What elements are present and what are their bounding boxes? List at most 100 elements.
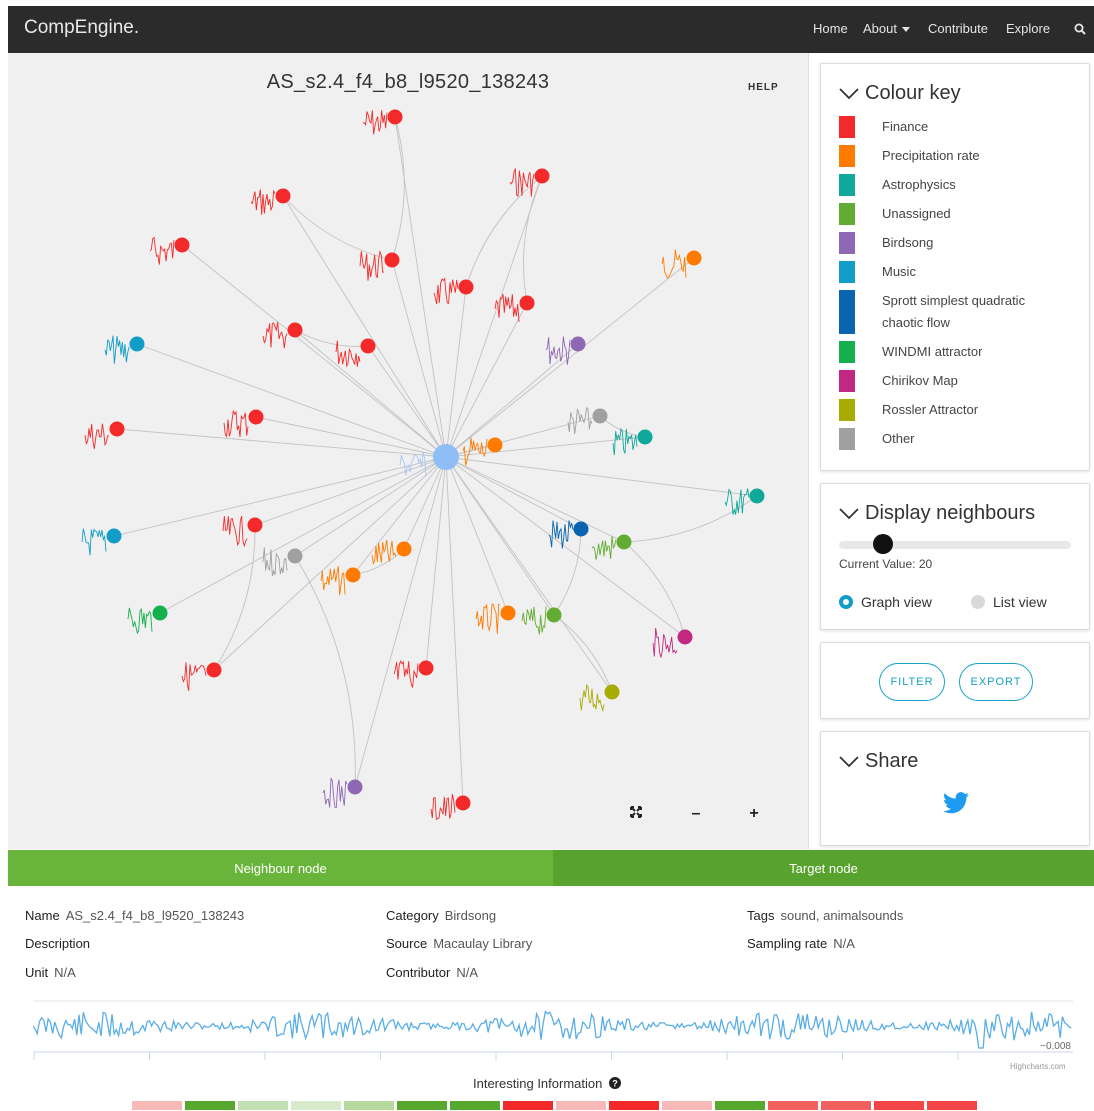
network-graph[interactable] [8, 53, 809, 849]
graph-edge [445, 415, 601, 458]
neighbours-slider-handle[interactable] [873, 534, 893, 554]
nav-explore[interactable]: Explore [1006, 21, 1050, 36]
graph-node[interactable] [458, 279, 474, 295]
target-node[interactable] [433, 444, 459, 470]
graph-node[interactable] [573, 521, 589, 537]
colour-key-header[interactable]: Colour key [839, 82, 961, 105]
colour-swatch [839, 116, 855, 138]
graph-node[interactable] [396, 541, 412, 557]
colour-key-item: Chirikov Map [839, 370, 1052, 392]
graph-edge [354, 456, 447, 788]
highcharts-credit[interactable]: Highcharts.com [1010, 1062, 1066, 1071]
brand-logo[interactable]: CompEngine. [24, 17, 139, 39]
graph-node[interactable] [677, 629, 693, 645]
graph-view-radio[interactable]: Graph view [839, 594, 932, 610]
graph-node[interactable] [519, 295, 535, 311]
graph-node[interactable] [206, 662, 222, 678]
share-header[interactable]: Share [839, 750, 918, 773]
colour-key-label: Music [882, 264, 916, 279]
graph-edge [445, 286, 467, 458]
graph-node[interactable] [129, 336, 145, 352]
graph-node[interactable] [387, 109, 403, 125]
nav-about[interactable]: About [863, 21, 910, 36]
tab-target-node[interactable]: Target node [553, 850, 1094, 886]
colour-swatch [839, 370, 855, 392]
caret-down-icon [901, 26, 910, 32]
graph-node[interactable] [287, 548, 303, 564]
graph-node[interactable] [604, 684, 620, 700]
node-sparkline [567, 407, 593, 434]
graph-node[interactable] [287, 322, 303, 338]
colour-key-item: WINDMI attractor [839, 341, 1052, 363]
filter-button[interactable]: FILTER [879, 663, 945, 701]
svg-text:?: ? [612, 1079, 618, 1089]
zoom-in-icon[interactable]: + [746, 805, 762, 823]
node-sparkline [127, 607, 153, 635]
node-sparkline [724, 488, 750, 515]
chevron-down-icon [839, 507, 859, 519]
list-view-label: List view [993, 594, 1047, 610]
graph-node[interactable] [546, 607, 562, 623]
tags-value: sound, animalsounds [780, 908, 904, 923]
graph-edge [254, 456, 447, 526]
graph-node[interactable] [686, 250, 702, 266]
heat-strip-cell [662, 1101, 712, 1110]
colour-swatch [839, 261, 855, 283]
graph-node[interactable] [247, 517, 263, 533]
nav-home[interactable]: Home [813, 21, 848, 36]
node-sparkline [223, 410, 249, 438]
graph-node[interactable] [749, 488, 765, 504]
sampling-rate-value: N/A [833, 936, 855, 951]
zoom-out-icon[interactable]: – [688, 805, 704, 823]
contributor-value: N/A [456, 965, 478, 980]
network-graph-area[interactable]: AS_s2.4_f4_b8_l9520_138243 HELP – + [8, 53, 809, 849]
nav-about-label: About [863, 21, 897, 36]
graph-node[interactable] [347, 779, 363, 795]
tags-label: Tags [747, 908, 775, 923]
graph-edge [294, 555, 356, 788]
display-neighbours-header[interactable]: Display neighbours [839, 502, 1035, 525]
colour-key-label: WINDMI attractor [882, 344, 983, 359]
graph-node[interactable] [275, 188, 291, 204]
export-button[interactable]: EXPORT [959, 663, 1033, 701]
question-circle-icon[interactable]: ? [608, 1077, 621, 1089]
graph-node[interactable] [487, 437, 503, 453]
graph-node[interactable] [616, 534, 632, 550]
graph-node[interactable] [384, 252, 400, 268]
graph-node[interactable] [570, 336, 586, 352]
node-sparkline [430, 793, 456, 821]
graph-node[interactable] [106, 528, 122, 544]
graph-node[interactable] [174, 237, 190, 253]
graph-node[interactable] [455, 795, 471, 811]
node-sparkline [181, 662, 207, 691]
graph-node[interactable] [418, 660, 434, 676]
graph-node[interactable] [500, 605, 516, 621]
node-sparkline [104, 335, 130, 364]
timeseries-chart[interactable]: −0.008 [33, 1000, 1073, 1060]
tab-neighbour-node[interactable]: Neighbour node [8, 850, 553, 886]
help-link[interactable]: HELP [748, 82, 779, 93]
graph-node[interactable] [360, 338, 376, 354]
graph-node[interactable] [152, 605, 168, 621]
graph-node[interactable] [637, 429, 653, 445]
share-title: Share [865, 750, 919, 772]
graph-node[interactable] [592, 408, 608, 424]
graph-node[interactable] [248, 409, 264, 425]
search-icon[interactable] [1074, 23, 1086, 35]
graph-edge [282, 195, 447, 458]
node-sparkline [362, 110, 388, 135]
node-sparkline [222, 515, 248, 548]
info-category: Category Birdsong [386, 908, 496, 923]
fit-screen-icon[interactable] [628, 805, 644, 823]
nav-contribute[interactable]: Contribute [928, 21, 988, 36]
contributor-label: Contributor [386, 965, 451, 980]
colour-key-item: Rossler Attractor [839, 399, 1052, 421]
twitter-icon[interactable] [943, 792, 969, 814]
list-view-radio[interactable]: List view [971, 594, 1047, 610]
graph-node[interactable] [345, 567, 361, 583]
graph-node[interactable] [109, 421, 125, 437]
graph-node[interactable] [534, 168, 550, 184]
interesting-information-title: Interesting Information ? [0, 1076, 1094, 1091]
node-sparkline [612, 427, 638, 456]
graph-edge [445, 456, 758, 497]
